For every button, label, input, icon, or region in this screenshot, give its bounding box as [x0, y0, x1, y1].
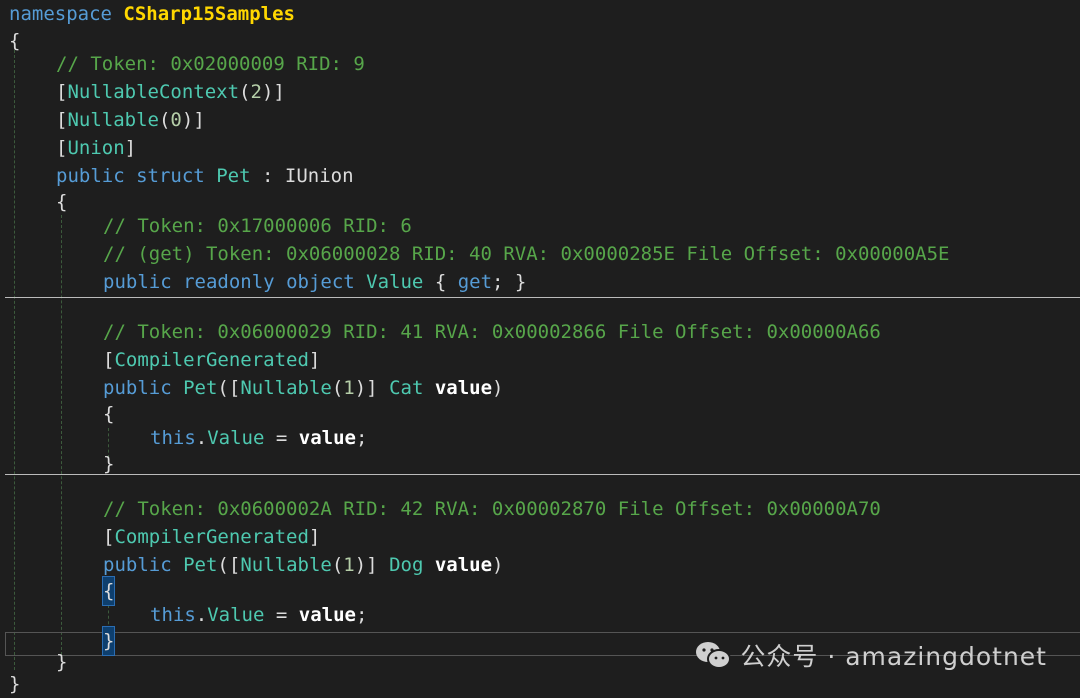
- code-line: // Token: 0x02000009 RID: 9: [56, 50, 365, 78]
- attribute-name: NullableContext: [67, 81, 240, 103]
- comment: // (get) Token: 0x06000028 RID: 40 RVA: …: [103, 243, 950, 265]
- interface-name: IUnion: [284, 165, 354, 187]
- code-line: // (get) Token: 0x06000028 RID: 40 RVA: …: [103, 240, 949, 268]
- comment: // Token: 0x02000009 RID: 9: [56, 53, 365, 75]
- attribute-name: Union: [67, 137, 125, 159]
- attribute-name: Nullable: [67, 109, 159, 131]
- constructor-name: Pet: [183, 554, 218, 576]
- code-line: }: [9, 670, 20, 698]
- close-brace: }: [9, 673, 21, 695]
- comment: // Token: 0x17000006 RID: 6: [103, 215, 412, 237]
- code-line: }: [103, 450, 114, 478]
- keyword: this: [150, 427, 196, 449]
- code-line: [CompilerGenerated]: [103, 349, 321, 371]
- attribute-name: Nullable: [240, 377, 332, 399]
- keyword: public: [103, 554, 172, 576]
- keyword: public: [56, 165, 125, 187]
- number-literal: 1: [343, 377, 355, 399]
- code-line: {: [9, 27, 20, 55]
- property-name: Value: [207, 427, 265, 449]
- code-line: [CompilerGenerated]: [103, 526, 321, 548]
- number-literal: 0: [170, 109, 182, 131]
- code-line: namespace CSharp15Samples: [9, 0, 295, 28]
- watermark: 公众号 · amazingdotnet: [694, 637, 1047, 673]
- type-name: Pet: [216, 165, 251, 187]
- number-literal: 1: [343, 554, 355, 576]
- namespace-keyword: namespace: [9, 3, 112, 25]
- code-line: public struct Pet : IUnion: [56, 165, 354, 187]
- code-line: // Token: 0x0600002A RID: 42 RVA: 0x0000…: [103, 495, 881, 523]
- indent-guide: [14, 50, 15, 670]
- code-line: [NullableContext(2)]: [56, 81, 285, 103]
- number-literal: 2: [250, 81, 262, 103]
- property-name: Value: [366, 271, 424, 293]
- matched-close-brace: }: [101, 626, 116, 656]
- comment: // Token: 0x0600002A RID: 42 RVA: 0x0000…: [103, 498, 881, 520]
- code-line: public Pet([Nullable(1)] Dog value): [103, 554, 504, 576]
- code-line: public readonly object Value { get; }: [103, 271, 527, 293]
- code-line: }: [101, 626, 116, 656]
- keyword: get: [457, 271, 493, 293]
- matched-open-brace: {: [101, 576, 116, 606]
- comment: // Token: 0x06000029 RID: 41 RVA: 0x0000…: [103, 321, 881, 343]
- code-editor[interactable]: namespace CSharp15Samples { // Token: 0x…: [0, 0, 1080, 698]
- code-line: public Pet([Nullable(1)] Cat value): [103, 377, 504, 399]
- keyword: struct: [136, 165, 205, 187]
- code-line: this.Value = value;: [150, 604, 368, 626]
- watermark-text: 公众号 · amazingdotnet: [740, 642, 1047, 671]
- code-line: [Nullable(0)]: [56, 109, 205, 131]
- method-separator: [5, 297, 1080, 298]
- code-line: }: [56, 648, 67, 676]
- keyword: this: [150, 604, 196, 626]
- code-line: this.Value = value;: [150, 427, 368, 449]
- indent-guide: [61, 215, 62, 655]
- close-brace: }: [103, 453, 115, 475]
- keyword: readonly: [183, 271, 275, 293]
- open-brace: {: [56, 191, 68, 213]
- code-line: [Union]: [56, 137, 137, 159]
- param-type: Dog: [389, 554, 424, 576]
- code-line: // Token: 0x06000029 RID: 41 RVA: 0x0000…: [103, 318, 881, 346]
- code-line: // Token: 0x17000006 RID: 6: [103, 212, 412, 240]
- attribute-name: CompilerGenerated: [114, 526, 309, 548]
- keyword: public: [103, 271, 172, 293]
- code-line: {: [101, 576, 116, 606]
- wechat-icon: [696, 642, 732, 669]
- keyword: public: [103, 377, 172, 399]
- close-brace: }: [56, 651, 68, 673]
- open-brace: {: [103, 403, 115, 425]
- code-line: {: [103, 400, 114, 428]
- param-name: value: [298, 604, 356, 626]
- param-type: Cat: [389, 377, 424, 399]
- method-separator: [5, 474, 1080, 475]
- param-name: value: [434, 377, 493, 399]
- attribute-name: CompilerGenerated: [114, 349, 309, 371]
- attribute-name: Nullable: [240, 554, 332, 576]
- param-name: value: [434, 554, 493, 576]
- code-line: {: [56, 188, 67, 216]
- keyword: object: [286, 271, 355, 293]
- property-name: Value: [207, 604, 265, 626]
- constructor-name: Pet: [183, 377, 218, 399]
- open-brace: {: [9, 30, 21, 52]
- param-name: value: [298, 427, 356, 449]
- namespace-name: CSharp15Samples: [123, 3, 295, 25]
